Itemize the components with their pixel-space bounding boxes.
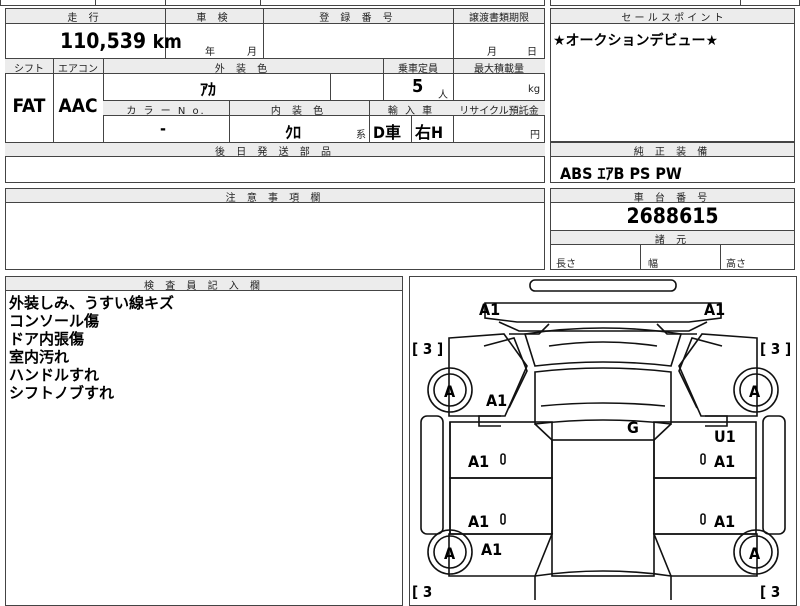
hood-outline — [484, 302, 722, 323]
damage-a1-front-left: A1 — [479, 300, 501, 319]
front-bumper-outline — [529, 279, 677, 292]
inspector-line: ドア内張傷 — [9, 330, 85, 348]
inspector-line: コンソール傷 — [9, 312, 100, 330]
rear-right-quarter — [652, 533, 758, 577]
max-load-unit: kg — [528, 84, 541, 95]
notes-label: 注 意 事 項 欄 — [225, 193, 325, 204]
length-label: 長さ — [556, 259, 576, 270]
bracket-rear-left: [ 3 — [412, 583, 433, 601]
front-right-door — [653, 421, 757, 479]
inspection-month-unit: 月 — [247, 47, 257, 58]
rear-right-door — [653, 477, 757, 535]
width-label: 幅 — [648, 259, 658, 270]
tire-front-left: A — [444, 382, 456, 401]
ac-label: エアコン — [58, 64, 98, 75]
sales-point-label: セ ー ル ス ポ イ ン ト — [621, 13, 724, 24]
inspector-line: 室内汚れ — [9, 348, 70, 366]
tire-front-right: A — [749, 382, 761, 401]
damage-quarter-rear-left: A1 — [481, 540, 503, 559]
damage-fender-front-left: A1 — [486, 391, 508, 410]
car-diagram — [420, 279, 786, 600]
shift-value: FAT — [12, 95, 46, 117]
inspector-lines: 外装しみ、うすい線キズ コンソール傷 ドア内張傷 室内汚れ ハンドルすれ シフト… — [9, 294, 174, 402]
steering-value: 右H — [415, 123, 444, 142]
right-skirt — [762, 415, 786, 535]
bracket-front-right: [ 3 ] — [760, 340, 792, 358]
ext-color-value: ｱｶ — [200, 80, 217, 99]
damage-door-front-right: A1 — [714, 452, 736, 471]
roof-outline — [534, 367, 672, 425]
recycle-label: リサイクル預託金 — [459, 106, 539, 117]
left-skirt — [420, 415, 444, 535]
color-no-value: - — [160, 119, 166, 138]
transfer-day-unit: 日 — [527, 47, 537, 58]
height-label: 高さ — [726, 259, 746, 270]
windshield-outline — [523, 327, 683, 367]
import-label: 輸 入 車 — [387, 106, 435, 117]
inspector-line: ハンドルすれ — [9, 366, 100, 384]
inspector-line: 外装しみ、うすい線キズ — [9, 294, 175, 312]
damage-u1-right: U1 — [714, 427, 736, 446]
tire-rear-right: A — [749, 544, 761, 563]
max-load-label: 最大積載量 — [474, 64, 524, 75]
damage-door-rear-right: A1 — [714, 512, 736, 531]
sales-point-box — [550, 8, 795, 142]
capacity-label: 乗車定員 — [398, 64, 438, 75]
chassis-label: 車 台 番 号 — [633, 193, 712, 204]
inspector-label: 検 査 員 記 入 欄 — [144, 281, 264, 292]
equipment-label: 純 正 装 備 — [633, 147, 712, 158]
import-value: D車 — [373, 123, 401, 142]
cabin-outline — [551, 439, 655, 577]
capacity-value: 5 — [412, 76, 424, 97]
color-no-label: カ ラ ー N o. — [126, 106, 206, 117]
later-parts-label: 後 日 発 送 部 品 — [215, 147, 335, 158]
front-right-fender — [678, 333, 758, 417]
bracket-front-left: [ 3 ] — [412, 340, 444, 358]
chassis-value: 2688615 — [626, 204, 719, 228]
top-cutoff-row — [0, 0, 545, 6]
transfer-month-unit: 月 — [487, 47, 497, 58]
ext-color-label: 外 装 色 — [214, 64, 272, 75]
recycle-unit: 円 — [530, 130, 540, 141]
int-color-suffix: 系 — [356, 130, 366, 141]
capacity-unit: 人 — [438, 90, 448, 101]
registration-label: 登 録 番 号 — [319, 13, 397, 24]
equipment-value: ABS ｴｱB PS PW — [560, 164, 682, 183]
damage-a1-front-right: A1 — [704, 300, 726, 319]
damage-door-front-left: A1 — [468, 452, 490, 471]
shift-label: シフト — [14, 64, 44, 75]
front-left-door — [449, 421, 553, 479]
tire-rear-left: A — [444, 544, 456, 563]
bracket-rear-right: [ 3 — [760, 583, 781, 601]
mileage-value: 110,539 — [60, 29, 147, 53]
damage-door-rear-left: A1 — [468, 512, 490, 531]
rear-left-door — [449, 477, 553, 535]
sales-point-text: ★オークションデビュー★ — [553, 33, 719, 49]
dims-label: 諸 元 — [654, 235, 691, 246]
ac-value: AAC — [58, 95, 98, 117]
int-color-value: ｸﾛ — [285, 123, 302, 142]
inspection-label: 車 検 — [196, 13, 232, 24]
mileage-unit: km — [152, 31, 182, 53]
inspection-year-unit: 年 — [205, 47, 215, 58]
inspector-line: シフトノブすれ — [9, 384, 115, 402]
mileage-label: 走 行 — [67, 13, 103, 24]
int-color-label: 内 装 色 — [270, 106, 328, 117]
transfer-deadline-label: 譲渡書類期限 — [469, 13, 529, 24]
damage-glass: G — [627, 418, 639, 437]
